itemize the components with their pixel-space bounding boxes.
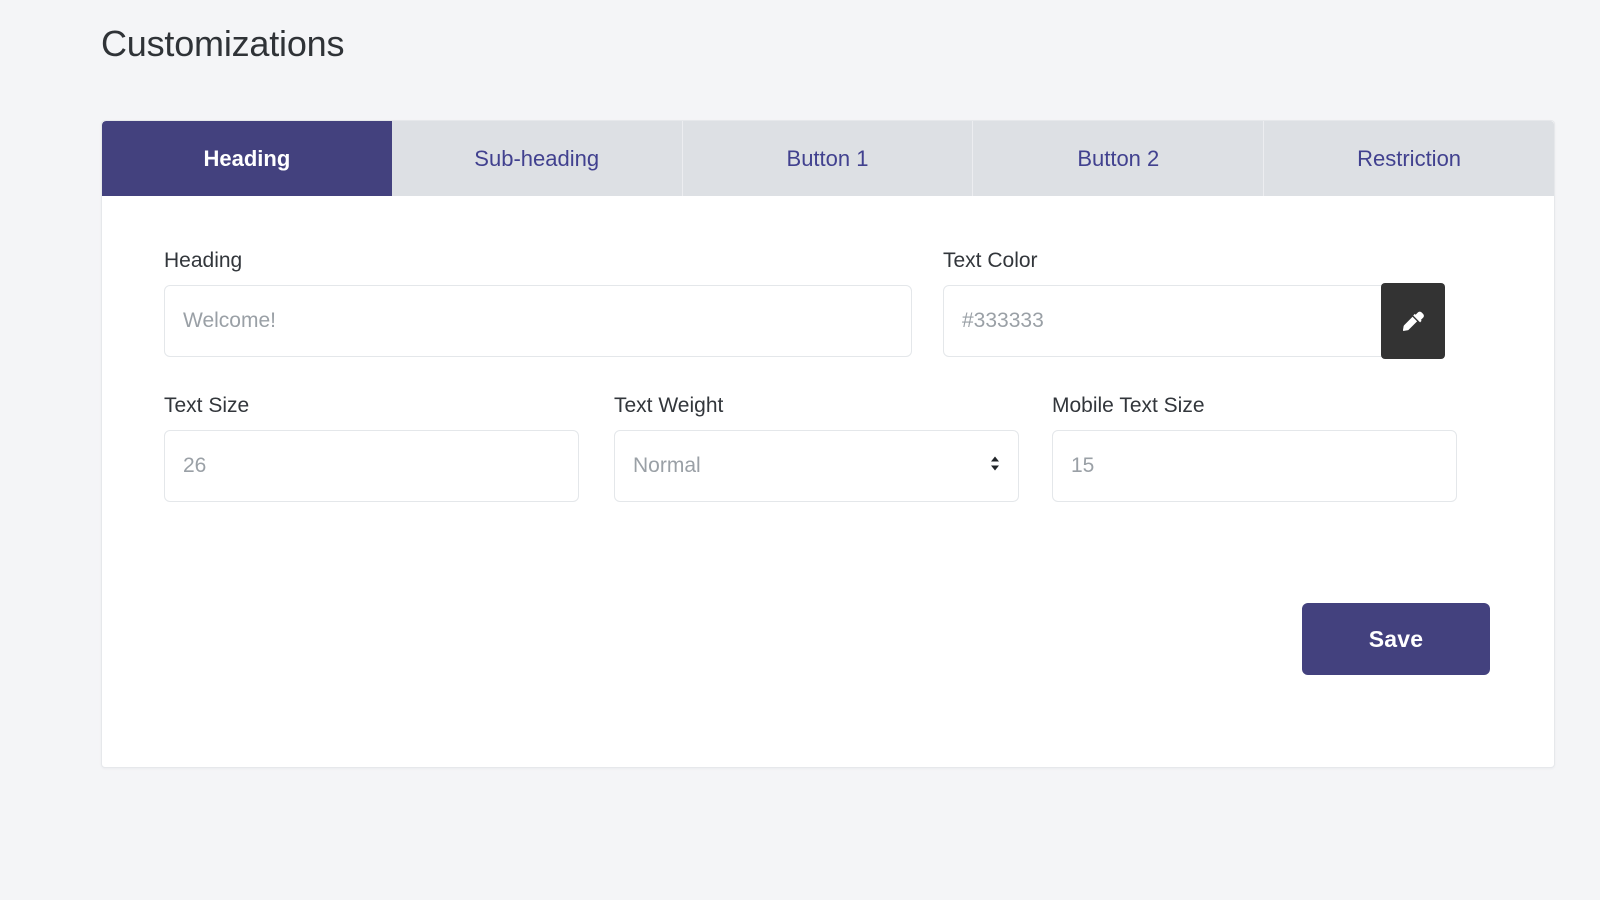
save-button[interactable]: Save [1302, 603, 1490, 675]
tab-sub-heading[interactable]: Sub-heading [392, 121, 683, 196]
text-weight-field-group: Text Weight [614, 393, 1019, 502]
text-weight-select[interactable] [614, 430, 1019, 502]
text-weight-control [614, 430, 1019, 502]
mobile-text-size-input[interactable] [1052, 430, 1457, 502]
text-color-field-group: Text Color [943, 248, 1443, 357]
color-picker-button[interactable] [1381, 283, 1445, 359]
tab-button-1[interactable]: Button 1 [683, 121, 974, 196]
tab-button-2-label: Button 2 [1077, 146, 1159, 172]
heading-label: Heading [164, 248, 912, 273]
tab-restriction[interactable]: Restriction [1264, 121, 1554, 196]
tab-bar: Heading Sub-heading Button 1 Button 2 Re… [102, 121, 1554, 196]
tab-button-1-label: Button 1 [787, 146, 869, 172]
tab-heading[interactable]: Heading [102, 121, 392, 196]
eyedropper-icon [1399, 307, 1427, 335]
heading-input[interactable] [164, 285, 912, 357]
form-row-2: Text Size Text Weight [164, 393, 1492, 502]
tab-button-2[interactable]: Button 2 [973, 121, 1264, 196]
mobile-text-size-field-group: Mobile Text Size [1052, 393, 1457, 502]
form-row-1: Heading Text Color [164, 248, 1492, 357]
form-actions: Save [164, 603, 1492, 675]
tab-sub-heading-label: Sub-heading [474, 146, 599, 172]
text-color-label: Text Color [943, 248, 1443, 273]
text-weight-label: Text Weight [614, 393, 1019, 418]
text-color-input[interactable] [943, 285, 1443, 357]
heading-settings-form: Heading Text Color [102, 196, 1554, 675]
text-size-input[interactable] [164, 430, 579, 502]
tab-restriction-label: Restriction [1357, 146, 1461, 172]
page-title: Customizations [101, 22, 344, 65]
customizations-page: Customizations Heading Sub-heading Butto… [0, 0, 1600, 900]
mobile-text-size-label: Mobile Text Size [1052, 393, 1457, 418]
text-color-control [943, 285, 1443, 357]
text-size-label: Text Size [164, 393, 579, 418]
tab-heading-label: Heading [204, 146, 291, 172]
text-size-field-group: Text Size [164, 393, 579, 502]
heading-field-group: Heading [164, 248, 912, 357]
customizations-card: Heading Sub-heading Button 1 Button 2 Re… [101, 120, 1555, 768]
